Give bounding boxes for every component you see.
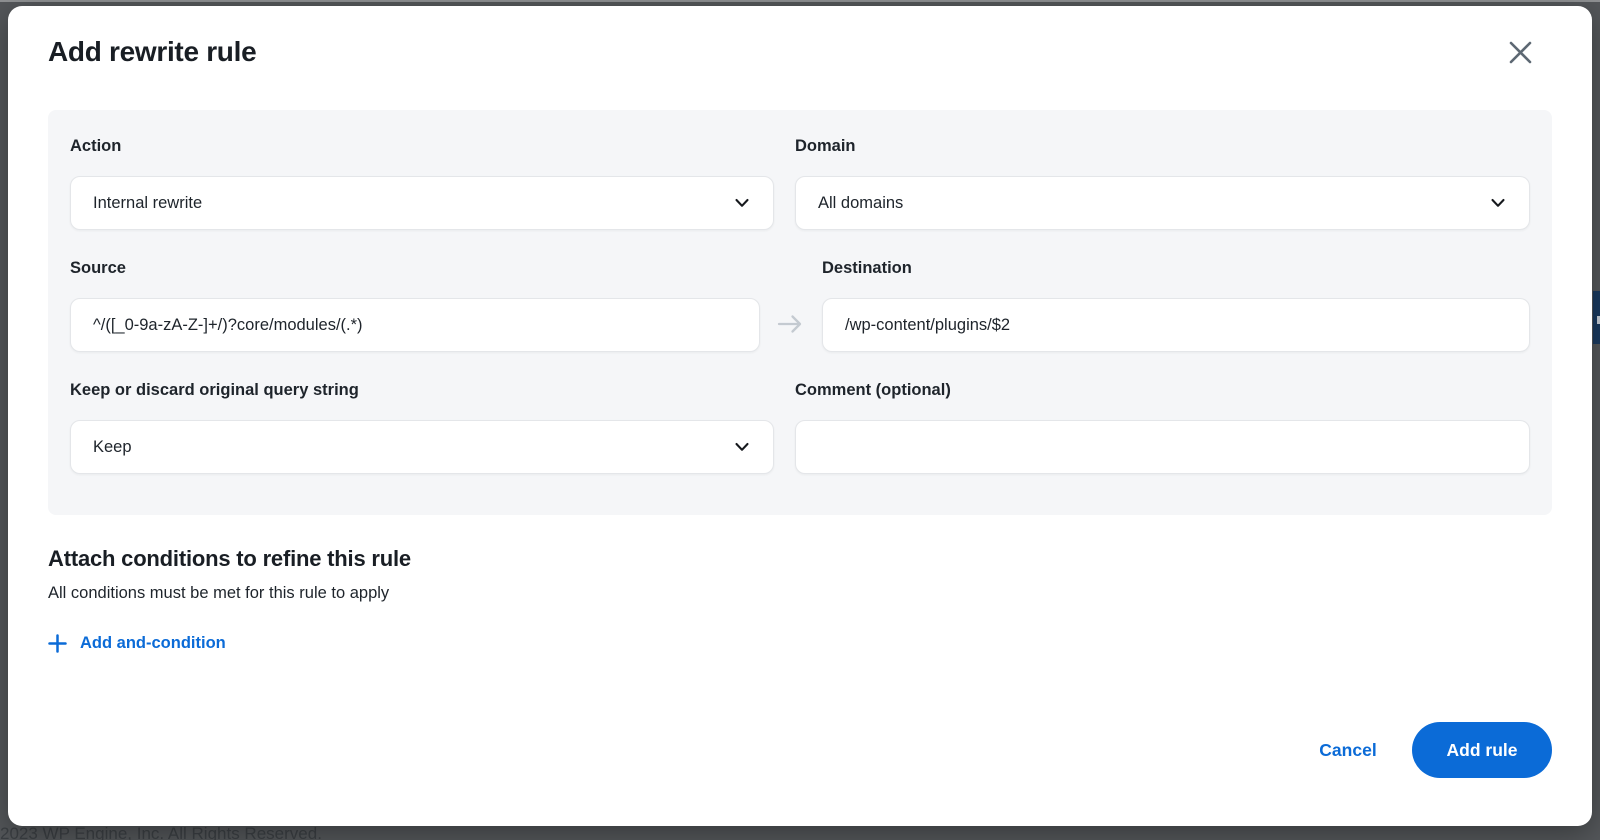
query-string-select-value: Keep: [93, 438, 132, 457]
action-label: Action: [70, 136, 121, 156]
rule-form-card: Action Domain Internal rewrite All domai…: [48, 110, 1552, 515]
close-button[interactable]: [1502, 34, 1538, 70]
add-rule-button[interactable]: Add rule: [1412, 722, 1552, 778]
add-and-condition-link[interactable]: Add and-condition: [48, 634, 226, 653]
background-button-edge: [1593, 291, 1600, 344]
destination-input[interactable]: [822, 298, 1530, 352]
query-string-select[interactable]: Keep: [70, 420, 774, 474]
action-select-value: Internal rewrite: [93, 194, 202, 213]
add-and-condition-label: Add and-condition: [80, 634, 226, 653]
close-icon: [1507, 39, 1534, 66]
dialog-title: Add rewrite rule: [48, 36, 256, 68]
destination-label: Destination: [822, 258, 912, 278]
copyright-text: 2023 WP Engine, Inc. All Rights Reserved…: [0, 824, 322, 840]
cancel-button[interactable]: Cancel: [1292, 722, 1404, 778]
action-select[interactable]: Internal rewrite: [70, 176, 774, 230]
chevron-down-icon: [731, 436, 753, 458]
source-label: Source: [70, 258, 126, 278]
add-rewrite-rule-dialog: Add rewrite rule Action Domain Internal …: [8, 6, 1592, 826]
chevron-down-icon: [1487, 192, 1509, 214]
domain-select-value: All domains: [818, 194, 903, 213]
conditions-subtext: All conditions must be met for this rule…: [48, 584, 389, 603]
plus-icon: [48, 634, 67, 653]
source-input[interactable]: [70, 298, 760, 352]
comment-label: Comment (optional): [795, 380, 951, 400]
comment-input[interactable]: [795, 420, 1530, 474]
background-page-edge: [0, 0, 1600, 2]
chevron-down-icon: [731, 192, 753, 214]
arrow-right-icon: [776, 313, 804, 335]
query-string-label: Keep or discard original query string: [70, 380, 359, 400]
domain-label: Domain: [795, 136, 856, 156]
domain-select[interactable]: All domains: [795, 176, 1530, 230]
conditions-heading: Attach conditions to refine this rule: [48, 546, 411, 572]
